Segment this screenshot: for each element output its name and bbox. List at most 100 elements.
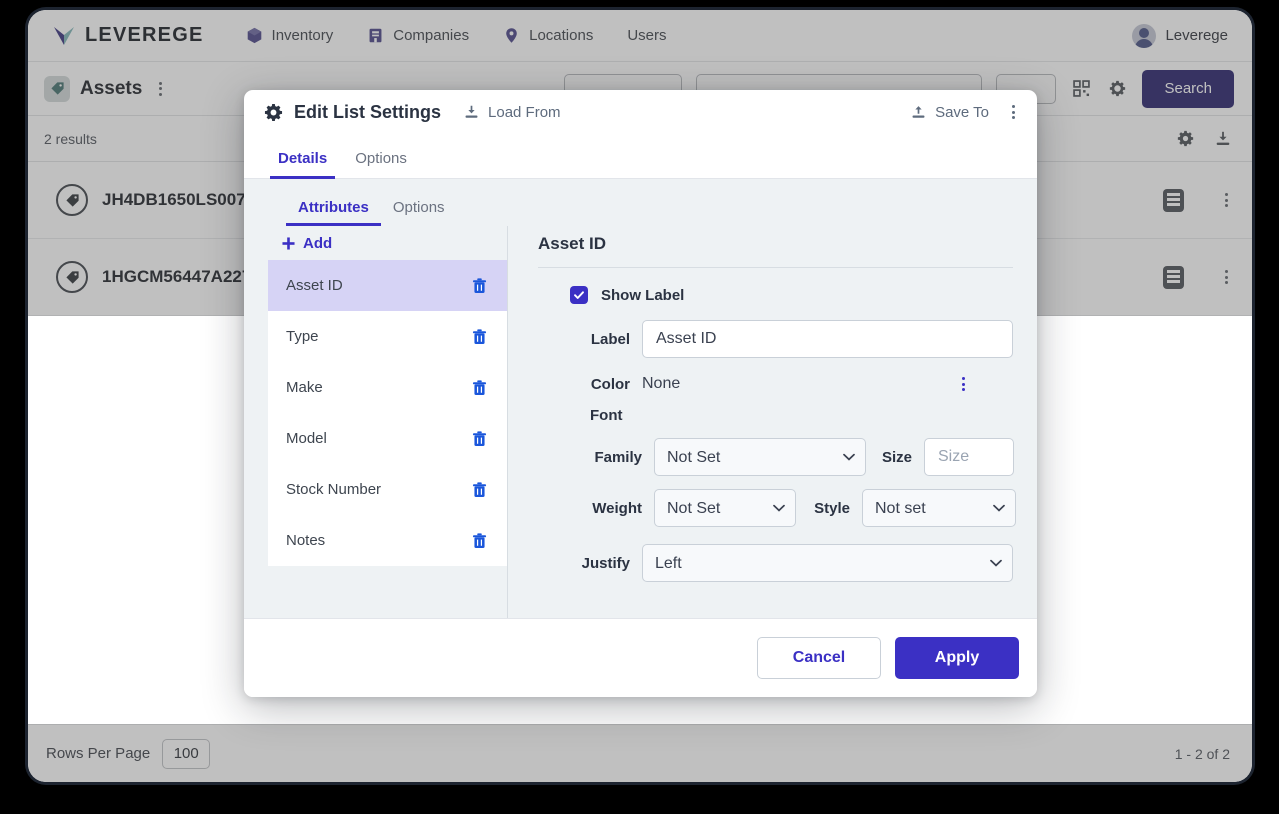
user-name: Leverege: [1165, 27, 1228, 44]
justify-select[interactable]: Left: [642, 544, 1013, 582]
top-navigation-bar: LEVEREGE Inventory Companies Locations U…: [28, 10, 1252, 62]
load-from-label: Load From: [488, 103, 561, 121]
font-weight-row: Weight Not Set Style Not set: [538, 489, 1016, 527]
attribute-label: Make: [286, 379, 323, 396]
list-item[interactable]: Asset ID: [268, 260, 507, 311]
font-style-select[interactable]: Not set: [862, 489, 1016, 527]
trash-icon[interactable]: [472, 532, 487, 549]
save-to-button[interactable]: Save To: [910, 104, 989, 121]
attribute-label: Notes: [286, 532, 326, 549]
tag-circle-icon: [56, 184, 88, 216]
row-label: JH4DB1650LS007: [102, 190, 246, 209]
attribute-label: Stock Number: [286, 481, 382, 498]
pagination-range: 1 - 2 of 2: [1174, 745, 1230, 762]
brand-logo[interactable]: LEVEREGE: [52, 24, 204, 47]
color-label: Color: [590, 375, 630, 393]
trash-icon[interactable]: [472, 277, 487, 294]
attributes-list-filler: [268, 566, 507, 618]
map-pin-icon: [506, 28, 517, 43]
justify-label: Justify: [581, 554, 630, 572]
toolbar-gear-icon[interactable]: [1106, 78, 1128, 100]
results-gear-icon[interactable]: [1174, 128, 1196, 150]
inner-tab-attributes[interactable]: Attributes: [286, 199, 381, 226]
browser-window: LEVEREGE Inventory Companies Locations U…: [28, 10, 1252, 782]
dialog-tabs: Details Options: [244, 134, 1037, 179]
list-item[interactable]: Type: [268, 311, 507, 362]
dialog-body: Attributes Options Add Asset ID Type Mak…: [244, 179, 1037, 618]
apply-button[interactable]: Apply: [895, 637, 1019, 679]
download-icon: [465, 105, 478, 118]
row-label: 1HGCM56447A227: [102, 267, 252, 286]
label-field-input[interactable]: [642, 320, 1013, 358]
list-item[interactable]: Stock Number: [268, 464, 507, 515]
nav-item-users[interactable]: Users: [627, 27, 666, 44]
search-button[interactable]: Search: [1142, 69, 1234, 108]
inner-tab-options[interactable]: Options: [381, 199, 457, 226]
font-size-label: Size: [881, 448, 912, 466]
font-section-label: Font: [590, 407, 623, 424]
trash-icon[interactable]: [472, 481, 487, 498]
edit-list-settings-dialog: Edit List Settings Load From Save To Det…: [244, 90, 1037, 697]
qr-code-icon[interactable]: [1070, 78, 1092, 100]
list-icon[interactable]: [1163, 265, 1184, 289]
dialog-title: Edit List Settings: [294, 101, 442, 122]
gear-glyph-icon: [1109, 80, 1126, 97]
page-title: Assets: [80, 77, 143, 99]
dialog-menu-icon[interactable]: [1005, 105, 1021, 119]
results-count: 2 results: [44, 130, 97, 147]
font-family-label: Family: [594, 448, 642, 466]
attribute-label: Asset ID: [286, 277, 343, 294]
save-to-label: Save To: [935, 103, 989, 121]
attribute-detail-panel: Asset ID Show Label Label Asset ID Color…: [508, 226, 1037, 618]
trash-icon[interactable]: [472, 328, 487, 345]
tag-glyph-icon: [65, 270, 79, 284]
font-style-label: Style: [814, 499, 850, 517]
nav-item-inventory-label: Inventory: [271, 27, 334, 44]
row-menu-icon[interactable]: [1218, 270, 1234, 284]
nav-item-locations[interactable]: Locations: [503, 27, 593, 44]
font-weight-select[interactable]: Not Set: [654, 489, 796, 527]
list-item[interactable]: Notes: [268, 515, 507, 566]
color-menu-icon[interactable]: [955, 377, 971, 391]
list-item[interactable]: Make: [268, 362, 507, 413]
add-attribute-button[interactable]: Add: [268, 226, 507, 260]
tag-glyph-icon: [65, 193, 79, 207]
font-size-input[interactable]: [924, 438, 1014, 476]
user-menu[interactable]: Leverege: [1132, 23, 1228, 48]
page-root: LEVEREGE Inventory Companies Locations U…: [28, 10, 1252, 782]
page-menu-icon[interactable]: [152, 81, 168, 96]
attribute-label: Type: [286, 328, 319, 345]
nav-item-locations-label: Locations: [529, 27, 594, 44]
cancel-button[interactable]: Cancel: [757, 637, 881, 679]
nav-item-companies[interactable]: Companies: [367, 27, 469, 44]
font-weight-select-wrap: Not Set: [654, 489, 796, 527]
trash-icon[interactable]: [472, 379, 487, 396]
row-actions: [1163, 265, 1234, 289]
label-field-row: Label: [538, 320, 1013, 358]
font-family-select[interactable]: Not Set: [654, 438, 866, 476]
nav-items: Inventory Companies Locations Users: [246, 27, 667, 44]
add-attribute-label: Add: [303, 234, 333, 252]
results-download-icon[interactable]: [1212, 128, 1234, 150]
rows-per-page-input[interactable]: 100: [162, 738, 211, 769]
rows-per-page-label: Rows Per Page: [46, 745, 151, 762]
list-item[interactable]: Model: [268, 413, 507, 464]
justify-select-wrap: Left: [642, 544, 1013, 582]
show-label-checkbox[interactable]: [570, 286, 588, 304]
plus-icon: [282, 236, 295, 250]
attributes-list: Asset ID Type Make Model Stock Number No…: [268, 260, 507, 566]
row-menu-icon[interactable]: [1218, 193, 1234, 207]
download-glyph-icon: [1216, 131, 1230, 145]
load-from-button[interactable]: Load From: [463, 104, 561, 121]
list-icon[interactable]: [1163, 188, 1184, 212]
tab-details[interactable]: Details: [264, 150, 341, 179]
cube-icon: [247, 27, 261, 44]
nav-item-inventory[interactable]: Inventory: [246, 27, 334, 44]
font-family-select-wrap: Not Set: [654, 438, 866, 476]
panels: Add Asset ID Type Make Model Stock Numbe…: [244, 226, 1037, 618]
qr-code-glyph-icon: [1073, 80, 1090, 97]
tab-options[interactable]: Options: [341, 150, 421, 178]
trash-icon[interactable]: [472, 430, 487, 447]
row-actions: [1163, 188, 1234, 212]
nav-item-users-label: Users: [627, 27, 667, 44]
